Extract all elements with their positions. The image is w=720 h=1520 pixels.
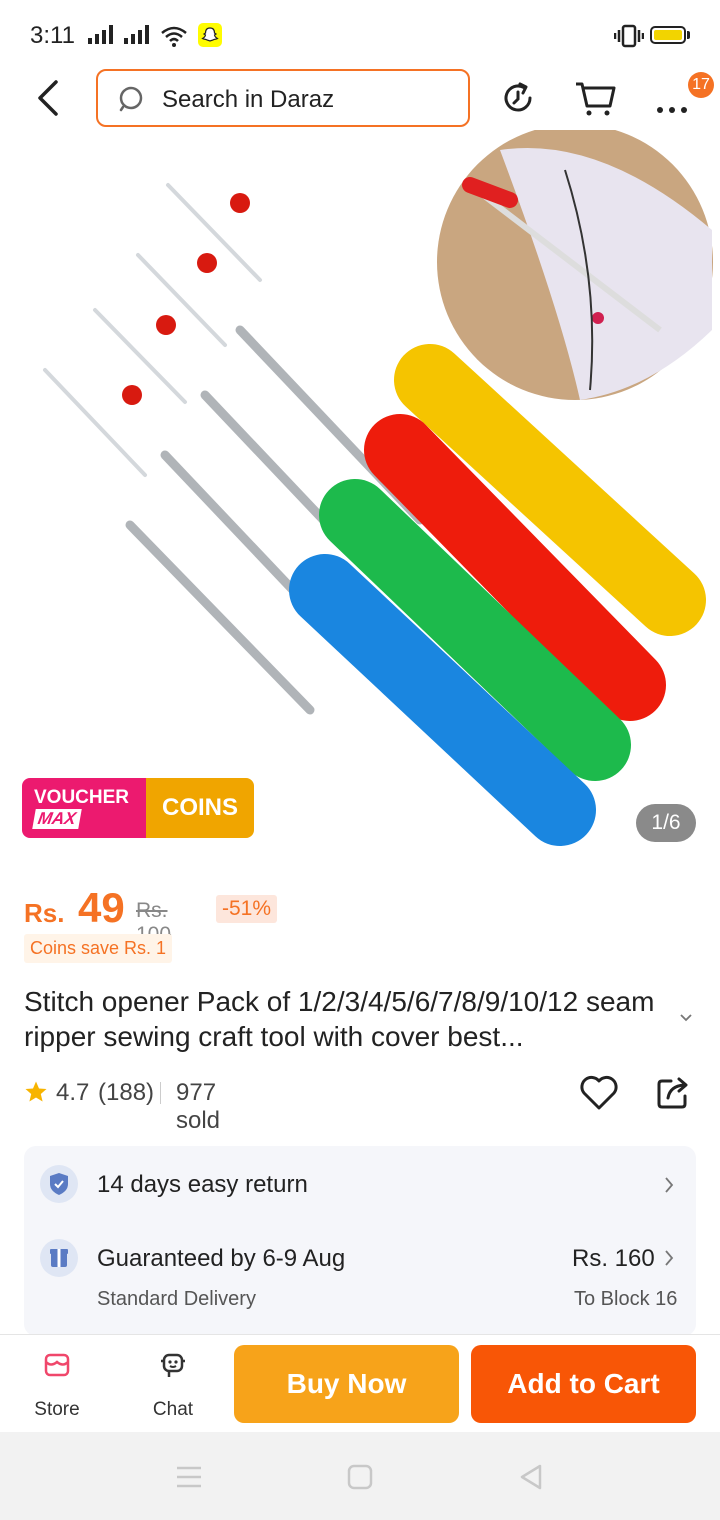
buy-now-button[interactable]: Buy Now bbox=[234, 1345, 459, 1423]
search-placeholder: Search in Daraz bbox=[162, 86, 335, 113]
star-icon bbox=[25, 1081, 47, 1102]
divider bbox=[160, 1082, 161, 1104]
price-value: 49 bbox=[78, 884, 125, 931]
signal-icon-2 bbox=[124, 25, 149, 44]
chevron-right-icon bbox=[665, 1250, 674, 1266]
delivery-location: To Block 16 bbox=[574, 1288, 678, 1310]
price-currency: Rs. bbox=[24, 898, 65, 928]
notification-badge: 17 bbox=[688, 72, 714, 98]
chat-label: Chat bbox=[152, 1399, 194, 1420]
coins-label: COINS bbox=[146, 778, 254, 838]
home-icon[interactable] bbox=[345, 1462, 375, 1492]
product-title[interactable]: Stitch opener Pack of 1/2/3/4/5/6/7/8/9/… bbox=[24, 984, 674, 1054]
chevron-down-icon[interactable] bbox=[678, 1010, 694, 1026]
battery-icon bbox=[650, 26, 686, 44]
image-counter: 1/6 bbox=[636, 804, 696, 842]
status-time: 3:11 bbox=[30, 22, 75, 49]
return-policy-text: 14 days easy return bbox=[97, 1171, 308, 1198]
wifi-icon bbox=[161, 26, 187, 47]
share-icon[interactable] bbox=[654, 1072, 692, 1112]
history-icon[interactable] bbox=[498, 78, 538, 118]
voucher-label: VOUCHER bbox=[34, 787, 130, 808]
search-input[interactable]: Search in Daraz bbox=[96, 69, 470, 127]
store-button[interactable]: Store bbox=[12, 1335, 102, 1433]
search-icon bbox=[119, 86, 143, 112]
product-gallery[interactable]: VOUCHER MAX COINS 1/6 bbox=[0, 130, 720, 860]
status-bar: 3:11 bbox=[0, 0, 720, 70]
chat-icon bbox=[161, 1353, 185, 1377]
max-label: MAX bbox=[32, 809, 82, 829]
heart-icon[interactable] bbox=[578, 1072, 620, 1112]
cart-icon[interactable] bbox=[574, 78, 618, 118]
coins-save-badge: Coins save Rs. 1 bbox=[24, 934, 173, 963]
header: Search in Daraz 17 bbox=[0, 66, 720, 130]
service-card: 14 days easy return Guaranteed by 6-9 Au… bbox=[24, 1146, 696, 1336]
product-image bbox=[43, 130, 713, 846]
voucher-max-label: VOUCHER MAX bbox=[22, 778, 146, 838]
delivery-box-icon bbox=[40, 1239, 78, 1277]
delivery-price: Rs. 160 bbox=[572, 1245, 655, 1272]
rating-value: 4.7 bbox=[56, 1079, 90, 1106]
voucher-max-badge[interactable]: VOUCHER MAX COINS bbox=[22, 778, 254, 838]
back-nav-icon[interactable] bbox=[516, 1462, 546, 1492]
delivery-type: Standard Delivery bbox=[97, 1288, 256, 1310]
battery-tip bbox=[687, 31, 690, 39]
chevron-right-icon bbox=[665, 1177, 674, 1193]
sold-count: 977 sold bbox=[176, 1079, 221, 1134]
add-to-cart-button[interactable]: Add to Cart bbox=[471, 1345, 696, 1423]
menu-icon[interactable] bbox=[174, 1462, 204, 1492]
system-nav-bar bbox=[0, 1432, 720, 1520]
shield-icon bbox=[40, 1165, 78, 1203]
signal-icon bbox=[88, 25, 113, 44]
vibrate-icon bbox=[614, 24, 644, 48]
snapchat-icon bbox=[198, 23, 222, 47]
delivery-date: Guaranteed by 6-9 Aug bbox=[97, 1245, 346, 1272]
bottom-action-bar: Store Chat Buy Now Add to Cart bbox=[0, 1334, 720, 1433]
rating-count: (188) bbox=[98, 1079, 155, 1106]
discount-badge: -51% bbox=[216, 895, 278, 923]
back-icon[interactable] bbox=[28, 76, 68, 120]
store-icon bbox=[44, 1353, 70, 1377]
chat-button[interactable]: Chat bbox=[128, 1335, 218, 1433]
more-icon[interactable] bbox=[656, 78, 690, 118]
store-label: Store bbox=[34, 1399, 80, 1420]
